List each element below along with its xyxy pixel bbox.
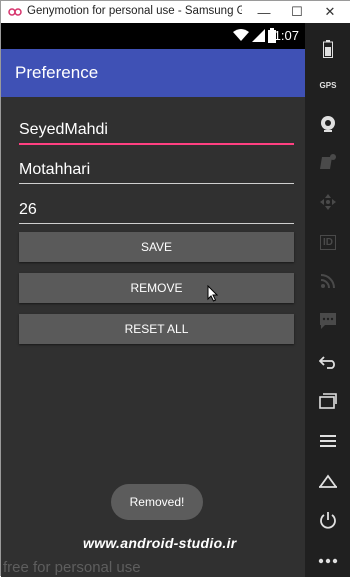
save-button[interactable]: SAVE xyxy=(19,232,294,262)
window-title: Genymotion for personal use - Samsung Ga… xyxy=(27,5,242,17)
toast-message: Removed! xyxy=(111,484,203,520)
app-bar: Preference xyxy=(1,49,305,97)
power-icon[interactable] xyxy=(316,508,340,532)
camera-icon[interactable] xyxy=(316,112,340,136)
rss-icon[interactable] xyxy=(316,269,340,293)
status-time: 1:07 xyxy=(273,28,299,43)
emulator-sidebar: GPS ID xyxy=(305,23,350,577)
menu-icon[interactable] xyxy=(316,429,340,453)
window-titlebar[interactable]: Genymotion for personal use - Samsung Ga… xyxy=(1,1,350,23)
site-watermark: www.android-studio.ir xyxy=(83,535,237,551)
id-label: ID xyxy=(320,234,336,250)
recent-apps-icon[interactable] xyxy=(316,389,340,413)
home-icon[interactable] xyxy=(316,469,340,493)
more-icon[interactable] xyxy=(316,549,340,573)
first-name-field[interactable] xyxy=(19,115,294,145)
move-icon[interactable] xyxy=(316,190,340,214)
gps-icon[interactable]: GPS xyxy=(316,73,340,97)
battery-icon[interactable] xyxy=(316,37,340,61)
page-title: Preference xyxy=(15,63,99,82)
reset-all-button[interactable]: RESET ALL xyxy=(19,314,294,344)
device-screen: 1:07 Preference SAVE REMOVE RESET ALL Re… xyxy=(1,23,305,577)
emulator-window: Genymotion for personal use - Samsung Ga… xyxy=(0,0,350,577)
video-icon[interactable] xyxy=(316,150,340,174)
age-field[interactable] xyxy=(19,194,294,224)
age-input[interactable] xyxy=(19,194,294,224)
status-bar: 1:07 xyxy=(1,23,305,49)
id-icon[interactable]: ID xyxy=(316,230,340,254)
back-icon[interactable] xyxy=(316,350,340,374)
maximize-button[interactable]: ☐ xyxy=(282,1,312,23)
close-button[interactable]: ✕ xyxy=(315,1,345,23)
minimize-button[interactable]: — xyxy=(249,1,279,23)
mouse-cursor-icon xyxy=(207,285,218,302)
first-name-input[interactable] xyxy=(19,115,294,145)
remove-button[interactable]: REMOVE xyxy=(19,273,294,303)
license-watermark: free for personal use xyxy=(3,559,141,576)
signal-icon xyxy=(252,29,265,42)
last-name-input[interactable] xyxy=(19,154,294,184)
gps-label: GPS xyxy=(319,80,337,90)
wifi-icon xyxy=(233,29,249,41)
chat-icon[interactable] xyxy=(316,309,340,333)
last-name-field[interactable] xyxy=(19,154,294,184)
genymotion-logo-icon xyxy=(8,8,22,16)
